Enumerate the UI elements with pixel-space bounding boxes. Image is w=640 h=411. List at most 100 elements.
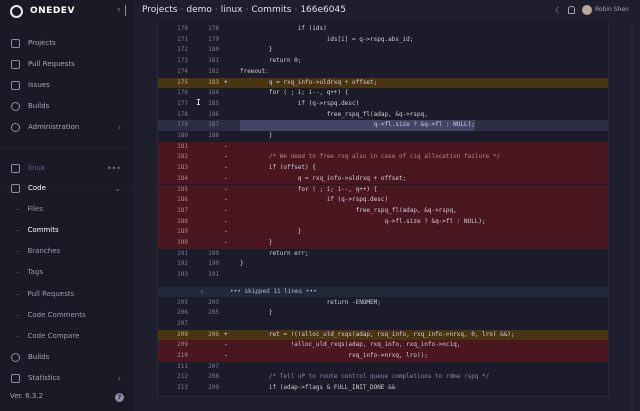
sidebar-item-statistics[interactable]: Statistics › xyxy=(0,368,133,388)
user-name[interactable]: Robin Shen xyxy=(595,6,629,13)
diff-line: 188 - q->fl.size ? &q->fl : NULL); xyxy=(158,216,608,228)
sidebar-item-code-compare[interactable]: – Code Compare xyxy=(0,326,133,346)
diff-line: 175 183 + q = rxq_info->uldrxq + offset; xyxy=(158,77,608,89)
gap-row xyxy=(158,394,608,396)
gear-icon xyxy=(11,122,20,132)
diff-marker: - xyxy=(224,185,228,193)
issues-icon xyxy=(11,80,20,90)
sidebar-item-label: Code xyxy=(28,184,46,192)
code-text: !alloc_uld_rxqs(adap, rxq_info, rxq_info… xyxy=(240,341,461,349)
old-line-number: 181 xyxy=(177,142,188,150)
breadcrumb-linux[interactable]: linux xyxy=(221,5,243,15)
code-text: /* Tell uP to route control queue comple… xyxy=(240,373,490,381)
sidebar-item-project-builds[interactable]: Builds xyxy=(0,347,133,367)
old-line-number: 208 xyxy=(177,330,188,338)
sidebar-item-projects[interactable]: Projects xyxy=(0,33,133,53)
new-line-number: 191 xyxy=(208,271,219,279)
sidebar-item-code-pull-requests[interactable]: – Pull Requests xyxy=(0,284,133,304)
sidebar-item-commits[interactable]: – Commits xyxy=(0,220,133,240)
sidebar-item-label: Projects xyxy=(28,39,56,47)
avatar[interactable] xyxy=(582,5,592,15)
old-line-number: 182 xyxy=(177,153,188,161)
sidebar-toggle-icon[interactable]: ‹ xyxy=(117,5,126,16)
new-line-number: 188 xyxy=(208,132,219,139)
statistics-icon xyxy=(11,373,20,383)
breadcrumb-commits[interactable]: Commits xyxy=(251,5,291,15)
code-text: for ( ; i; i--, q++) { xyxy=(240,185,378,193)
help-icon[interactable]: ? xyxy=(115,393,124,402)
app-logo[interactable]: ONEDEV xyxy=(0,0,132,22)
commit-diff-panel: 170 178 if (ids) 171 179 ids[i] = q->rspq.a… xyxy=(145,22,617,411)
dash-icon: – xyxy=(16,268,20,276)
old-line-number: 174 xyxy=(177,67,188,75)
bell-icon[interactable] xyxy=(568,6,575,14)
code-icon xyxy=(11,183,20,193)
old-line-number: 177 xyxy=(177,99,188,107)
sidebar-item-project[interactable]: linux ••• xyxy=(0,158,133,178)
diff-line: 184 - q = rxq_info->uldrxq + offset; xyxy=(158,173,608,185)
code-text: freeout: xyxy=(240,67,269,75)
sidebar-item-code[interactable]: Code ⌄ xyxy=(0,178,133,198)
sidebar-item-pull-requests[interactable]: Pull Requests xyxy=(0,54,133,74)
old-line-number: 207 xyxy=(177,319,188,327)
old-line-number: 211 xyxy=(177,362,188,370)
diff-line: 176 184 for ( ; i; i--, q++) { xyxy=(158,88,608,99)
code-text: return 0; xyxy=(240,57,302,65)
code-text: } xyxy=(240,309,273,317)
old-line-number: 190 xyxy=(177,239,188,246)
new-line-number: 205 xyxy=(208,309,219,317)
old-line-number: 172 xyxy=(177,46,188,54)
new-line-number: 203 xyxy=(208,298,219,306)
new-line-number: 186 xyxy=(208,110,219,118)
old-line-number: 184 xyxy=(177,174,188,182)
sidebar-item-administration[interactable]: Administration › xyxy=(0,117,133,137)
diff-marker: - xyxy=(224,206,228,214)
diff-line: 178 186 free_rspq_fl(adap, &q->rspq, xyxy=(158,110,608,121)
old-line-number: 176 xyxy=(177,89,188,97)
sidebar-item-issues[interactable]: Issues xyxy=(0,75,133,95)
sidebar-item-files[interactable]: – Files xyxy=(0,199,133,219)
sidebar-item-tags[interactable]: – Tags xyxy=(0,262,133,282)
dash-icon: – xyxy=(16,226,20,234)
scrollbar[interactable] xyxy=(630,22,634,411)
code-text: } xyxy=(240,46,273,54)
diff-line: 177 185 if (q->rspq.desc) xyxy=(158,99,608,110)
sidebar-item-label: Builds xyxy=(28,353,50,361)
code-text: q = rxq_info->uldrxq + offset; xyxy=(240,78,378,86)
moon-icon[interactable]: ☾ xyxy=(555,6,562,15)
diff-marker: - xyxy=(224,164,228,172)
old-line-number: 205 xyxy=(177,298,188,306)
new-line-number: 178 xyxy=(208,25,219,32)
diff-line: 181 - xyxy=(158,141,608,153)
diff-line: 207 xyxy=(158,319,608,330)
old-line-number: 189 xyxy=(177,228,188,236)
expand-icon[interactable]: ⇕ xyxy=(200,287,204,298)
diff-line: 208 206 + ret = !(!alloc_uld_rxqs(adap, rx… xyxy=(158,329,608,341)
sidebar: ONEDEV Projects Pull Requests Issues Bui… xyxy=(0,0,133,411)
chevron-down-icon: ⌄ xyxy=(114,183,121,193)
dash-icon: – xyxy=(16,332,20,340)
old-line-number: 212 xyxy=(177,373,188,381)
diff-line: 182 - /* We need to free rxq also in case… xyxy=(158,152,608,164)
code-text: return err; xyxy=(240,249,309,257)
old-line-number: 171 xyxy=(177,35,188,43)
diff-marker: - xyxy=(224,352,228,359)
breadcrumb-projects[interactable]: Projects xyxy=(142,5,177,15)
text-cursor-icon: I xyxy=(196,98,201,107)
breadcrumb-demo[interactable]: demo xyxy=(186,5,212,15)
diff-line: 191 189 return err; xyxy=(158,249,608,260)
new-line-number: 206 xyxy=(208,330,219,338)
old-line-number: 187 xyxy=(177,206,188,214)
sidebar-divider xyxy=(0,148,133,149)
sidebar-item-label: Commits xyxy=(27,226,59,234)
new-line-number: 209 xyxy=(208,384,219,392)
diff-marker: - xyxy=(224,217,228,225)
diff-marker: - xyxy=(224,153,228,161)
diff-view: 170 178 if (ids) 171 179 ids[i] = q->rspq.a… xyxy=(157,22,609,397)
skipped-lines-row[interactable]: ⇕ ••• skipped 11 lines ••• xyxy=(158,286,608,298)
breadcrumb-separator: · xyxy=(180,5,184,15)
sidebar-item-code-comments[interactable]: – Code Comments xyxy=(0,305,133,325)
more-icon[interactable]: ••• xyxy=(107,164,121,173)
sidebar-item-builds[interactable]: Builds xyxy=(0,96,133,116)
sidebar-item-branches[interactable]: – Branches xyxy=(0,241,133,261)
